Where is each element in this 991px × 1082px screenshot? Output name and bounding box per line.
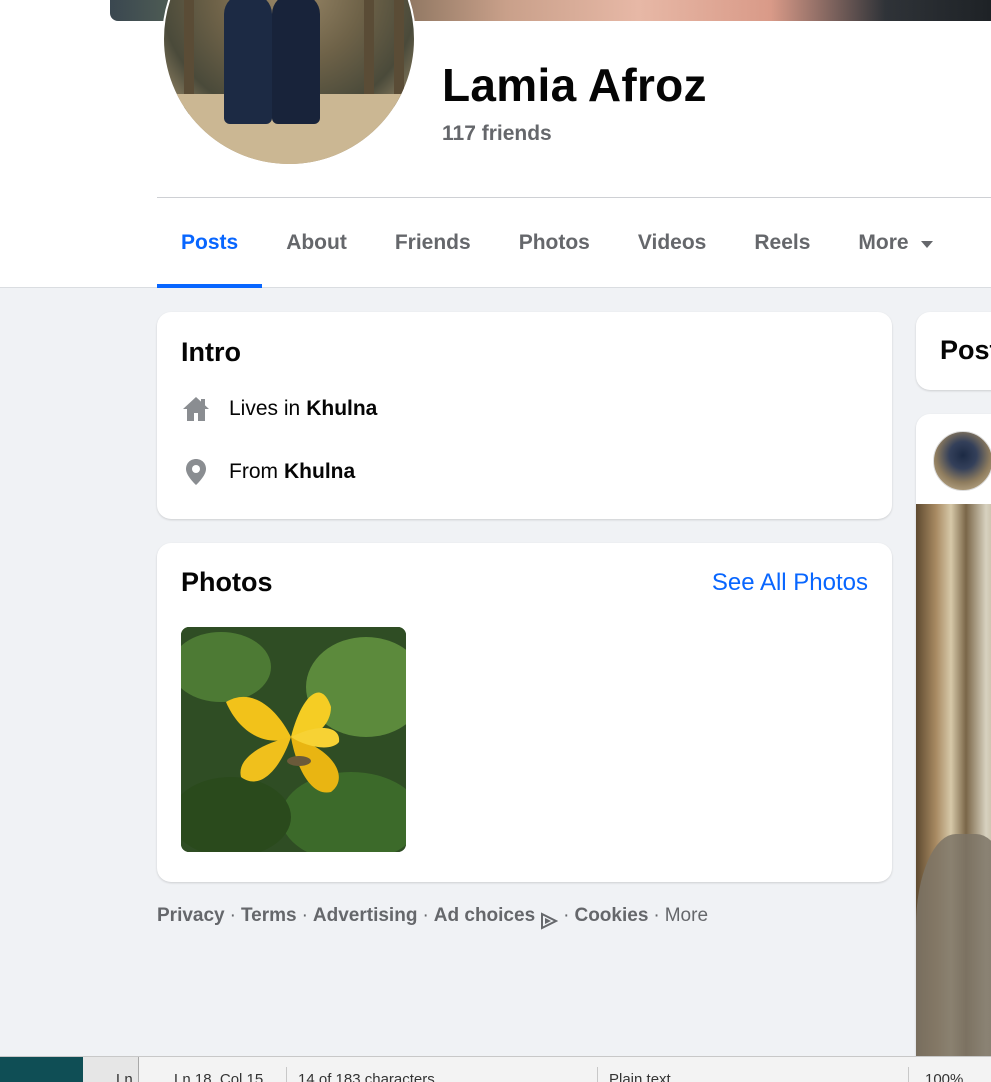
from-place[interactable]: Khulna [284,460,355,484]
tab-label: More [858,231,909,254]
intro-card: Intro Lives in Khulna From Khulna [157,312,892,519]
profile-tabs: Posts About Friends Photos Videos Reels … [157,198,957,288]
tab-about[interactable]: About [262,198,371,288]
post-author-avatar[interactable] [933,431,991,491]
status-position: Ln 18, Col 15 [174,1071,264,1082]
photo-thumbnail[interactable] [181,627,406,852]
caret-down-icon [920,240,933,248]
from-prefix: From [229,460,278,483]
tab-label: Videos [637,231,707,254]
lives-in-place[interactable]: Khulna [306,397,377,421]
status-separator [908,1067,909,1082]
intro-title: Intro [181,337,241,367]
footer-privacy-link[interactable]: Privacy [157,905,225,927]
tab-videos[interactable]: Videos [614,198,730,288]
create-post-card: Post [916,312,991,390]
footer-separator: · [301,905,308,926]
status-characters: 14 of 183 characters [298,1071,435,1082]
from-row: From Khulna [181,457,355,487]
photos-card: Photos See All Photos [157,543,892,882]
see-all-photos-link[interactable]: See All Photos [712,569,868,597]
avatar-person [224,0,272,124]
footer-separator: · [229,905,236,926]
status-separator [597,1067,598,1082]
lives-in-row: Lives in Khulna [181,394,377,424]
footer-separator: · [422,905,429,926]
post-image-rock [916,834,991,1064]
profile-header: Lamia Afroz 117 friends Posts About Frie… [0,0,991,288]
avatar-person [272,0,320,124]
tab-posts[interactable]: Posts [157,198,263,288]
editor-status-bar: Ln Ln 18, Col 15 14 of 183 characters Pl… [0,1056,991,1082]
tab-label: Posts [181,231,239,254]
footer-separator: · [563,905,570,926]
friends-count[interactable]: 117 friends [442,122,552,146]
home-icon [181,394,211,424]
footer-cookies-link[interactable]: Cookies [574,905,648,927]
tab-friends[interactable]: Friends [371,198,495,288]
photos-title: Photos [181,567,273,597]
footer-advertising-link[interactable]: Advertising [313,905,418,927]
ad-choices-icon [540,912,559,930]
footer-separator: · [653,905,660,926]
post-card [916,414,991,1074]
tab-photos[interactable]: Photos [495,198,614,288]
profile-avatar[interactable] [162,0,416,166]
status-separator [286,1067,287,1082]
page-footer: Privacy · Terms · Advertising · Ad choic… [157,902,708,930]
tab-label: Photos [518,231,590,254]
tab-reels[interactable]: Reels [730,198,834,288]
status-zoom[interactable]: 100% [925,1071,963,1082]
footer-ad-choices-link[interactable]: Ad choices [434,905,535,927]
location-pin-icon [181,457,211,487]
tab-more[interactable]: More [834,198,956,288]
tab-label: Friends [394,231,471,254]
footer-terms-link[interactable]: Terms [241,905,297,927]
tab-label: About [286,231,347,254]
lives-in-prefix: Lives in [229,397,301,420]
post-image[interactable] [916,504,991,1064]
status-bar-tab: Ln [83,1057,139,1082]
status-ln-short: Ln [116,1071,133,1082]
footer-more-link[interactable]: More [665,905,708,927]
posts-card-title: Post [940,335,991,365]
tab-label: Reels [754,231,811,254]
status-bar-left-panel [0,1057,83,1082]
profile-name: Lamia Afroz [442,59,707,111]
status-format: Plain text [609,1071,671,1082]
